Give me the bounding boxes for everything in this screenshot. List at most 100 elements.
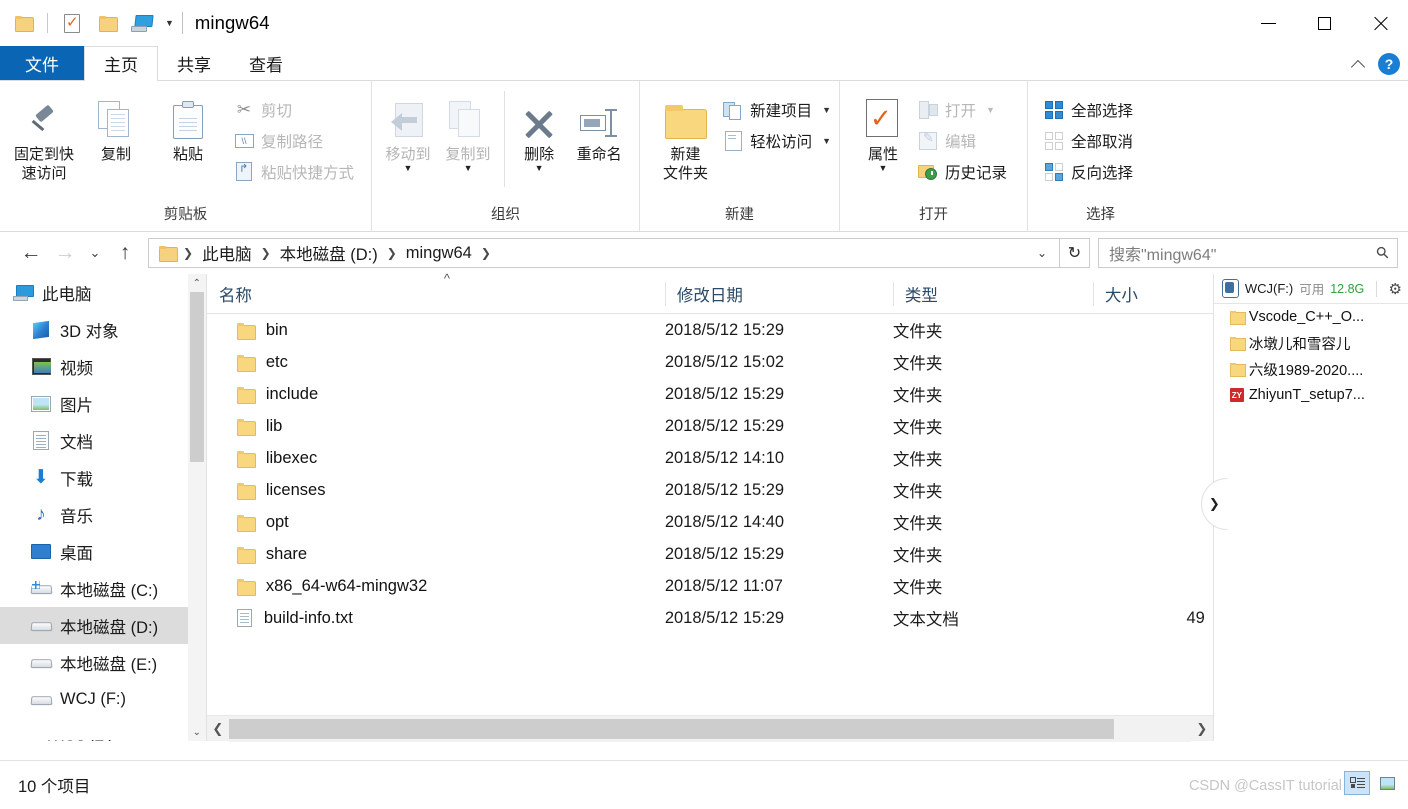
file-name-cell[interactable]: bin — [207, 321, 665, 340]
table-row[interactable]: lib 2018/5/12 15:29 文件夹 — [207, 410, 1213, 442]
select-all-button[interactable]: 全部选择 — [1044, 97, 1133, 122]
delete-chevron-down-icon[interactable]: ▼ — [535, 164, 544, 173]
column-header-name[interactable]: 名称 — [207, 274, 665, 314]
table-row[interactable]: opt 2018/5/12 14:40 文件夹 — [207, 506, 1213, 538]
scroll-right-icon[interactable]: ❯ — [1191, 716, 1213, 742]
qat-customize-chevron-down-icon[interactable]: ▼ — [165, 18, 174, 28]
table-row[interactable]: x86_64-w64-mingw32 2018/5/12 11:07 文件夹 — [207, 570, 1213, 602]
move-to-button[interactable]: 移动到 ▼ — [378, 87, 438, 173]
invert-selection-button[interactable]: 反向选择 — [1044, 159, 1133, 184]
copy-path-button[interactable]: \\ 复制路径 — [234, 128, 354, 153]
cut-button[interactable]: ✂ 剪切 — [234, 97, 354, 122]
copy-to-button[interactable]: 复制到 ▼ — [438, 87, 498, 173]
new-item-button[interactable]: 新建项目 ▼ — [723, 97, 831, 122]
column-header-date[interactable]: 修改日期 — [664, 274, 893, 314]
copy-to-chevron-down-icon[interactable]: ▼ — [464, 164, 473, 173]
list-item[interactable]: Vscode_C++_O... — [1214, 304, 1408, 330]
sidebar-item-3d-objects[interactable]: 3D 对象 — [0, 311, 206, 348]
qat-this-pc-icon[interactable] — [129, 10, 155, 36]
new-item-chevron-down-icon[interactable]: ▼ — [822, 105, 831, 115]
scrollbar-thumb[interactable] — [189, 292, 204, 462]
new-folder-button[interactable]: 新建 文件夹 — [654, 87, 717, 183]
sidebar-item-local-disk-c[interactable]: 本地磁盘 (C:) — [0, 570, 206, 607]
breadcrumb-local-disk-d[interactable]: 本地磁盘 (D:) — [276, 241, 382, 265]
scrollbar-track[interactable] — [228, 715, 1191, 742]
move-to-chevron-down-icon[interactable]: ▼ — [404, 164, 413, 173]
sidebar-item-wcj-f[interactable]: WCJ (F:) — [0, 681, 206, 718]
file-name-cell[interactable]: etc — [207, 353, 665, 372]
scrollbar-thumb[interactable] — [228, 718, 1114, 739]
file-name-cell[interactable]: opt — [207, 513, 665, 532]
search-input[interactable]: 搜索"mingw64" — [1109, 241, 1377, 265]
pin-to-quick-access-button[interactable]: 固定到快 速访问 — [8, 87, 80, 183]
table-row[interactable]: etc 2018/5/12 15:02 文件夹 — [207, 346, 1213, 378]
sidebar-item-local-disk-e[interactable]: 本地磁盘 (E:) — [0, 644, 206, 681]
table-row[interactable]: share 2018/5/12 15:29 文件夹 — [207, 538, 1213, 570]
sidebar-item-videos[interactable]: 视频 — [0, 348, 206, 385]
address-chevron-down-icon[interactable]: ⌄ — [1029, 246, 1055, 260]
table-row[interactable]: bin 2018/5/12 15:29 文件夹 — [207, 314, 1213, 346]
scroll-left-icon[interactable]: ❮ — [207, 716, 229, 742]
sidebar-item-pictures[interactable]: 图片 — [0, 385, 206, 422]
scroll-down-icon[interactable]: ⌄ — [188, 723, 206, 741]
delete-button[interactable]: 删除 ▼ — [511, 87, 567, 173]
file-name-cell[interactable]: libexec — [207, 449, 665, 468]
details-view-button[interactable] — [1344, 771, 1370, 795]
up-button[interactable]: ↑ — [108, 237, 142, 269]
qat-folder-icon[interactable] — [10, 10, 36, 36]
easy-access-chevron-down-icon[interactable]: ▼ — [822, 136, 831, 146]
navigation-scrollbar[interactable]: ⌃ ⌄ — [187, 274, 206, 741]
column-header-type[interactable]: 类型 — [892, 274, 1093, 314]
table-row[interactable]: licenses 2018/5/12 15:29 文件夹 — [207, 474, 1213, 506]
history-button[interactable]: 历史记录 — [918, 159, 1007, 184]
file-name-cell[interactable]: licenses — [207, 481, 665, 500]
sidebar-item-desktop[interactable]: 桌面 — [0, 533, 206, 570]
column-header-size[interactable]: 大小 — [1092, 274, 1213, 314]
file-name-cell[interactable]: build-info.txt — [207, 609, 665, 628]
rename-button[interactable]: 重命名 — [567, 87, 631, 164]
minimize-button[interactable] — [1240, 0, 1296, 46]
sidebar-item-downloads[interactable]: ⬇ 下载 — [0, 459, 206, 496]
sidebar-item-music[interactable]: ♪ 音乐 — [0, 496, 206, 533]
easy-access-button[interactable]: 轻松访问 ▼ — [723, 128, 831, 153]
thumbnail-view-button[interactable] — [1374, 771, 1400, 795]
table-row[interactable]: include 2018/5/12 15:29 文件夹 — [207, 378, 1213, 410]
properties-button[interactable]: ✓ 属性 ▼ — [854, 87, 912, 173]
help-icon[interactable]: ? — [1378, 52, 1400, 75]
close-button[interactable] — [1352, 0, 1408, 46]
forward-button[interactable]: → — [48, 237, 82, 269]
address-field[interactable]: ❯ 此电脑 ❯ 本地磁盘 (D:) ❯ mingw64 ❯ ⌄ — [148, 238, 1060, 268]
tab-file[interactable]: 文件 — [0, 46, 84, 80]
breadcrumb-this-pc[interactable]: 此电脑 — [198, 241, 256, 265]
qat-new-folder-icon[interactable] — [94, 10, 120, 36]
sidebar-item-this-pc[interactable]: 此电脑 — [0, 274, 206, 311]
scroll-up-icon[interactable]: ⌃ — [188, 274, 206, 292]
list-item[interactable]: 六级1989-2020.... — [1214, 356, 1408, 382]
collapse-ribbon-chevron-up-icon[interactable] — [1351, 56, 1367, 72]
maximize-button[interactable] — [1296, 0, 1352, 46]
breadcrumb-mingw64[interactable]: mingw64 — [402, 244, 476, 263]
paste-shortcut-button[interactable]: 粘贴快捷方式 — [234, 159, 354, 184]
tab-share[interactable]: 共享 — [158, 46, 230, 80]
open-chevron-down-icon[interactable]: ▼ — [986, 105, 995, 115]
sidebar-item-local-disk-d[interactable]: 本地磁盘 (D:) — [0, 607, 206, 644]
gear-icon[interactable]: ⚙ — [1383, 280, 1402, 298]
tab-home[interactable]: 主页 — [84, 46, 158, 81]
table-row[interactable]: libexec 2018/5/12 14:10 文件夹 — [207, 442, 1213, 474]
sidebar-item-wcj-f-root[interactable]: WCJ (F:) — [0, 729, 206, 741]
qat-properties-icon[interactable] — [59, 10, 85, 36]
copy-button[interactable]: 复制 — [80, 87, 152, 164]
select-none-button[interactable]: 全部取消 — [1044, 128, 1133, 153]
list-item[interactable]: ZY ZhiyunT_setup7... — [1214, 382, 1408, 408]
paste-button[interactable]: 粘贴 — [152, 87, 224, 164]
back-button[interactable]: ← — [14, 237, 48, 269]
file-name-cell[interactable]: x86_64-w64-mingw32 — [207, 577, 665, 596]
sidebar-item-documents[interactable]: 文档 — [0, 422, 206, 459]
search-box[interactable]: 搜索"mingw64" ⚲ — [1098, 238, 1398, 268]
open-button[interactable]: 打开 ▼ — [918, 97, 1007, 122]
recent-locations-chevron-down-icon[interactable]: ⌄ — [82, 237, 108, 269]
properties-chevron-down-icon[interactable]: ▼ — [879, 164, 888, 173]
tab-view[interactable]: 查看 — [230, 46, 302, 80]
list-item[interactable]: 冰墩儿和雪容儿 — [1214, 330, 1408, 356]
refresh-button[interactable]: ↻ — [1060, 238, 1090, 268]
